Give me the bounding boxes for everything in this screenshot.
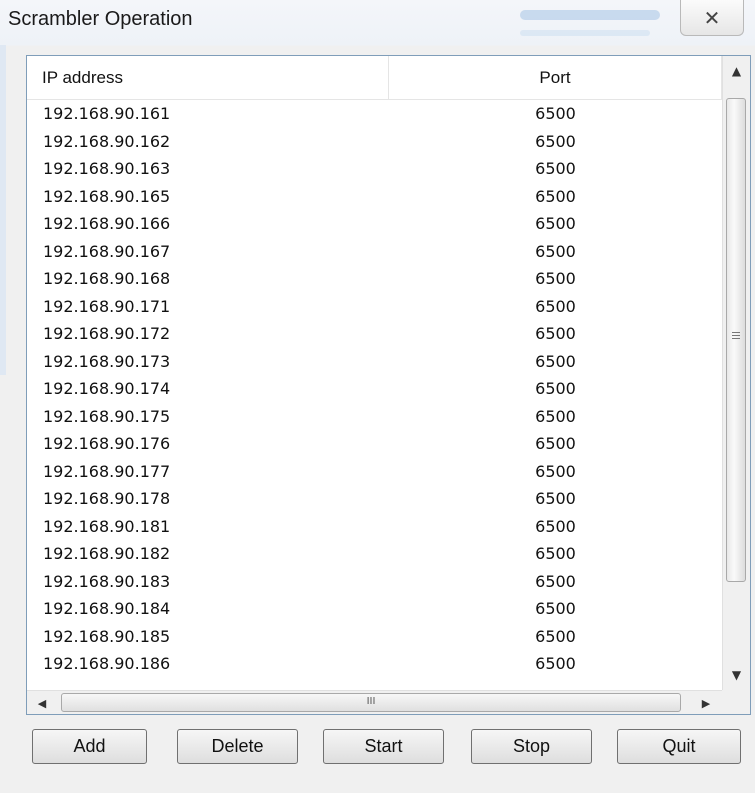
port-cell: 6500 xyxy=(535,131,576,151)
column-header-port[interactable]: Port xyxy=(389,56,722,99)
background-window-blur xyxy=(520,10,660,20)
ip-address-cell: 192.168.90.175 xyxy=(43,406,171,426)
port-cell: 6500 xyxy=(535,104,576,123)
port-cell: 6500 xyxy=(535,599,576,618)
ip-address-cell: 192.168.90.177 xyxy=(43,461,171,481)
ip-address-cell: 192.168.90.178 xyxy=(43,489,171,508)
ip-address-cell: 192.168.90.186 xyxy=(43,654,171,673)
ip-address-cell: 192.168.90.162 xyxy=(43,131,171,151)
port-cell: 6500 xyxy=(535,489,576,508)
port-cell: 6500 xyxy=(535,269,576,288)
ip-address-cell: 192.168.90.165 xyxy=(43,186,171,206)
port-cell: 6500 xyxy=(535,461,576,481)
table-row[interactable]: 192.168.90.165 6500 xyxy=(27,183,722,211)
vertical-scroll-thumb[interactable] xyxy=(726,98,746,582)
ip-address-cell: 192.168.90.167 xyxy=(43,241,171,261)
horizontal-scrollbar[interactable]: ◀ III ▶ xyxy=(27,690,722,714)
ip-list[interactable]: IP address Port 192.168.90.161 6500 192.16… xyxy=(26,55,751,715)
ip-address-cell: 192.168.90.172 xyxy=(43,324,171,343)
background-window-strip xyxy=(0,45,6,375)
table-row[interactable]: 192.168.90.172 6500 xyxy=(27,320,722,348)
ip-address-cell: 192.168.90.182 xyxy=(43,544,171,563)
table-row[interactable]: 192.168.90.183 6500 xyxy=(27,568,722,596)
port-cell: 6500 xyxy=(535,654,576,673)
ip-address-cell: 192.168.90.173 xyxy=(43,351,171,371)
table-row[interactable]: 192.168.90.176 6500 xyxy=(27,430,722,458)
table-row[interactable]: 192.168.90.175 6500 xyxy=(27,403,722,431)
ip-address-cell: 192.168.90.163 xyxy=(43,159,171,178)
port-cell: 6500 xyxy=(535,324,576,343)
port-cell: 6500 xyxy=(535,626,576,646)
table-row[interactable]: 192.168.90.181 6500 xyxy=(27,513,722,541)
vertical-scrollbar[interactable]: ▲ ▼ xyxy=(722,56,750,690)
delete-button[interactable]: Delete xyxy=(177,729,298,764)
table-row[interactable]: 192.168.90.171 6500 xyxy=(27,293,722,321)
arrow-down-icon: ▼ xyxy=(731,668,742,682)
port-cell: 6500 xyxy=(535,214,576,233)
table-row[interactable]: 192.168.90.166 6500 xyxy=(27,210,722,238)
port-cell: 6500 xyxy=(535,516,576,536)
quit-button[interactable]: Quit xyxy=(617,729,741,764)
start-button[interactable]: Start xyxy=(323,729,444,764)
table-row[interactable]: 192.168.90.185 6500 xyxy=(27,623,722,651)
port-cell: 6500 xyxy=(535,379,576,398)
grip-icon: III xyxy=(366,696,376,707)
ip-address-cell: 192.168.90.174 xyxy=(43,379,171,398)
ip-address-cell: 192.168.90.161 xyxy=(43,104,171,123)
table-row[interactable]: 192.168.90.174 6500 xyxy=(27,375,722,403)
table-row[interactable]: 192.168.90.184 6500 xyxy=(27,595,722,623)
scroll-up-button[interactable]: ▲ xyxy=(723,56,750,86)
scroll-down-button[interactable]: ▼ xyxy=(723,660,750,690)
ip-address-cell: 192.168.90.166 xyxy=(43,214,171,233)
port-cell: 6500 xyxy=(535,544,576,563)
ip-address-cell: 192.168.90.185 xyxy=(43,626,171,646)
ip-address-cell: 192.168.90.168 xyxy=(43,269,171,288)
horizontal-scroll-thumb[interactable]: III xyxy=(61,693,681,712)
scroll-right-button[interactable]: ▶ xyxy=(695,693,717,713)
port-cell: 6500 xyxy=(535,296,576,316)
window-title: Scrambler Operation xyxy=(8,8,193,30)
table-row[interactable]: 192.168.90.177 6500 xyxy=(27,458,722,486)
ip-address-cell: 192.168.90.181 xyxy=(43,516,171,536)
port-cell: 6500 xyxy=(535,406,576,426)
table-row[interactable]: 192.168.90.167 6500 xyxy=(27,238,722,266)
port-cell: 6500 xyxy=(535,571,576,591)
list-rows: 192.168.90.161 6500 192.168.90.162 6500 192.… xyxy=(27,100,722,678)
add-button[interactable]: Add xyxy=(32,729,147,764)
table-row[interactable]: 192.168.90.186 6500 xyxy=(27,650,722,678)
table-row[interactable]: 192.168.90.168 6500 xyxy=(27,265,722,293)
port-cell: 6500 xyxy=(535,351,576,371)
button-bar: Add Delete Start Stop Quit xyxy=(0,722,755,772)
table-row[interactable]: 192.168.90.163 6500 xyxy=(27,155,722,183)
ip-address-cell: 192.168.90.176 xyxy=(43,434,171,453)
list-header: IP address Port xyxy=(27,56,722,100)
table-row[interactable]: 192.168.90.162 6500 xyxy=(27,128,722,156)
arrow-left-icon: ◀ xyxy=(37,696,47,710)
close-icon: ✕ xyxy=(703,5,721,30)
arrow-right-icon: ▶ xyxy=(701,696,711,710)
table-row[interactable]: 192.168.90.178 6500 xyxy=(27,485,722,513)
table-row[interactable]: 192.168.90.182 6500 xyxy=(27,540,722,568)
port-cell: 6500 xyxy=(535,186,576,206)
arrow-up-icon: ▲ xyxy=(731,64,742,78)
port-cell: 6500 xyxy=(535,159,576,178)
table-row[interactable]: 192.168.90.173 6500 xyxy=(27,348,722,376)
ip-address-cell: 192.168.90.171 xyxy=(43,296,171,316)
table-row[interactable]: 192.168.90.161 6500 xyxy=(27,100,722,128)
ip-address-cell: 192.168.90.184 xyxy=(43,599,171,618)
port-cell: 6500 xyxy=(535,241,576,261)
scroll-corner xyxy=(722,690,750,714)
stop-button[interactable]: Stop xyxy=(471,729,592,764)
background-window-blur xyxy=(520,30,650,36)
scroll-left-button[interactable]: ◀ xyxy=(31,693,53,713)
ip-address-cell: 192.168.90.183 xyxy=(43,571,171,591)
column-header-ip-address[interactable]: IP address xyxy=(27,56,389,99)
close-button[interactable]: ✕ xyxy=(680,0,744,36)
port-cell: 6500 xyxy=(535,434,576,453)
